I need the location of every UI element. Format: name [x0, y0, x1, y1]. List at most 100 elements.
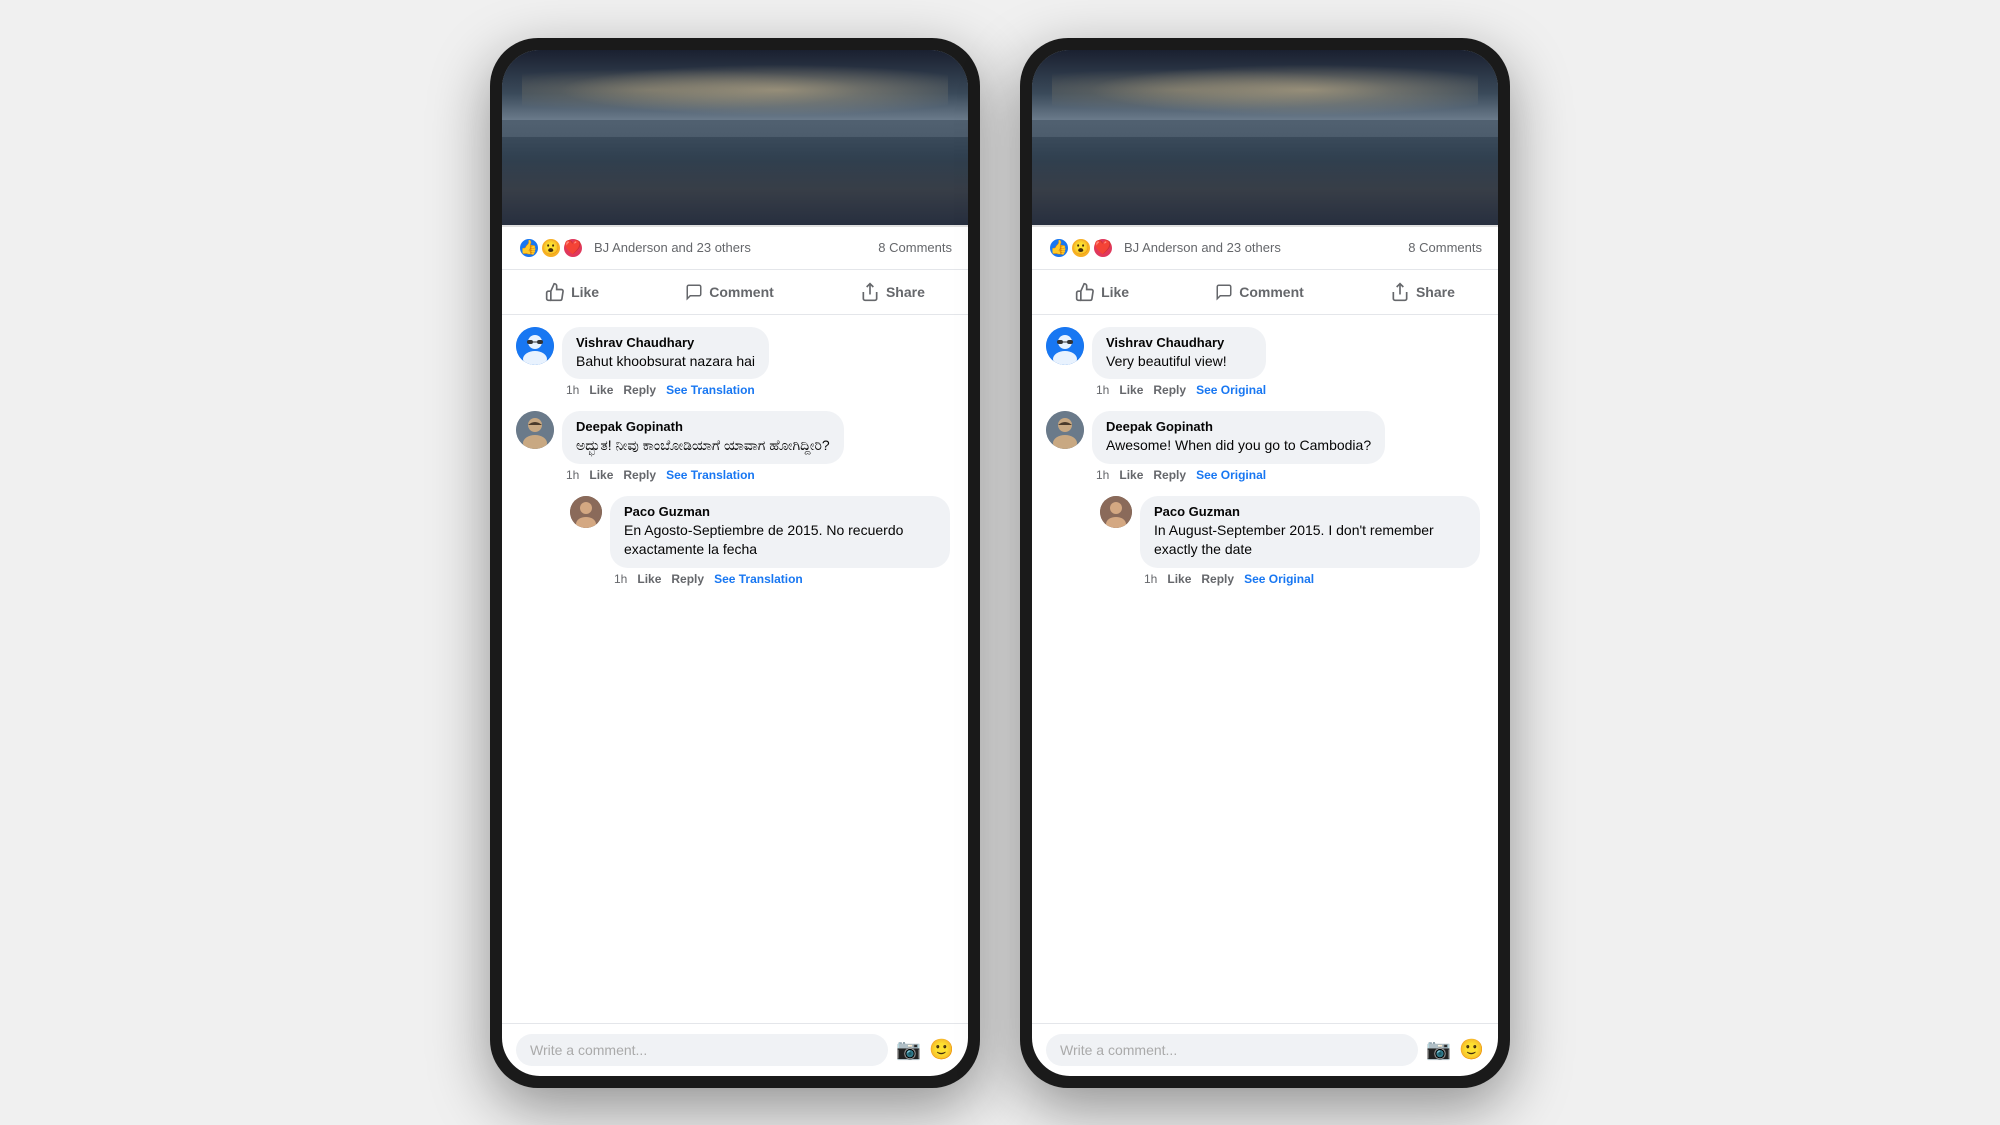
love-reaction-right: ❤️	[1092, 237, 1114, 259]
share-label-left: Share	[886, 284, 925, 300]
text-vishrav-left: Bahut khoobsurat nazara hai	[576, 352, 755, 372]
comment-input-area-left: Write a comment... 📷 🙂	[502, 1023, 968, 1076]
comment-label-right: Comment	[1239, 284, 1304, 300]
comments-section-left: Vishrav Chaudhary Bahut khoobsurat nazar…	[502, 315, 968, 1023]
share-icon-right	[1390, 282, 1410, 302]
like-reaction: 👍	[518, 237, 540, 259]
share-button-right[interactable]: Share	[1374, 274, 1471, 310]
name-paco-left: Paco Guzman	[624, 504, 936, 519]
reply-action-deepak-right[interactable]: Reply	[1153, 468, 1186, 482]
share-button-left[interactable]: Share	[844, 274, 941, 310]
reply-action-paco-left[interactable]: Reply	[671, 572, 704, 586]
translate-vishrav-right[interactable]: See Original	[1196, 383, 1266, 397]
photo-clouds-right	[1052, 60, 1478, 120]
comment-content-deepak-right: Deepak Gopinath Awesome! When did you go…	[1092, 411, 1385, 482]
comment-button-left[interactable]: Comment	[669, 275, 790, 309]
avatar-paco-svg-r	[1100, 496, 1132, 528]
translate-paco-right[interactable]: See Original	[1244, 572, 1314, 586]
translate-deepak-left[interactable]: See Translation	[666, 468, 755, 482]
like-action-paco-left[interactable]: Like	[637, 572, 661, 586]
comment-vishrav-right: Vishrav Chaudhary Very beautiful view! 1…	[1046, 327, 1484, 398]
camera-icon-right[interactable]: 📷	[1426, 1037, 1451, 1062]
avatar-deepak-right	[1046, 411, 1084, 449]
comment-input-area-right: Write a comment... 📷 🙂	[1032, 1023, 1498, 1076]
name-deepak-left: Deepak Gopinath	[576, 419, 830, 434]
time-deepak-left: 1h	[566, 468, 579, 482]
reply-action-vishrav-left[interactable]: Reply	[623, 383, 656, 397]
text-vishrav-right: Very beautiful view!	[1106, 352, 1252, 372]
comment-content-deepak-left: Deepak Gopinath ಅದ್ಭುತ! ನೀವು ಕಾಂಬೋಡಿಯಾಗೆ…	[562, 411, 844, 482]
comment-input-right[interactable]: Write a comment...	[1046, 1034, 1418, 1066]
text-deepak-left: ಅದ್ಭುತ! ನೀವು ಕಾಂಬೋಡಿಯಾಗೆ ಯಾವಾಗ ಹೋಗಿದ್ದೀರ…	[576, 436, 830, 456]
comment-paco-left: Paco Guzman En Agosto-Septiembre de 2015…	[562, 496, 954, 586]
comment-input-left[interactable]: Write a comment...	[516, 1034, 888, 1066]
share-icon-left	[860, 282, 880, 302]
text-deepak-right: Awesome! When did you go to Cambodia?	[1106, 436, 1371, 456]
comment-row-deepak-left: Deepak Gopinath ಅದ್ಭುತ! ನೀವು ಕಾಂಬೋಡಿಯಾಗೆ…	[516, 411, 954, 482]
actions-vishrav-left: 1h Like Reply See Translation	[562, 383, 769, 397]
comment-deepak-right: Deepak Gopinath Awesome! When did you go…	[1046, 411, 1484, 482]
like-label-left: Like	[571, 284, 599, 300]
like-reaction-right: 👍	[1048, 237, 1070, 259]
text-paco-left: En Agosto-Septiembre de 2015. No recuerd…	[624, 521, 936, 560]
like-button-right[interactable]: Like	[1059, 274, 1145, 310]
comment-row-deepak-right: Deepak Gopinath Awesome! When did you go…	[1046, 411, 1484, 482]
actions-vishrav-right: 1h Like Reply See Original	[1092, 383, 1266, 397]
actions-deepak-right: 1h Like Reply See Original	[1092, 468, 1385, 482]
avatar-deepak-svg-r	[1046, 411, 1084, 449]
avatar-paco-right	[1100, 496, 1132, 528]
reaction-count-left: BJ Anderson and 23 others	[594, 240, 751, 255]
emoji-icon-right[interactable]: 🙂	[1459, 1037, 1484, 1062]
wow-reaction-right: 😮	[1070, 237, 1092, 259]
reply-action-deepak-left[interactable]: Reply	[623, 468, 656, 482]
comments-section-right: Vishrav Chaudhary Very beautiful view! 1…	[1032, 315, 1498, 1023]
comment-content-vishrav-right: Vishrav Chaudhary Very beautiful view! 1…	[1092, 327, 1266, 398]
bubble-vishrav-left: Vishrav Chaudhary Bahut khoobsurat nazar…	[562, 327, 769, 380]
comment-row-vishrav-right: Vishrav Chaudhary Very beautiful view! 1…	[1046, 327, 1484, 398]
translate-deepak-right[interactable]: See Original	[1196, 468, 1266, 482]
like-action-deepak-right[interactable]: Like	[1119, 468, 1143, 482]
like-action-deepak-left[interactable]: Like	[589, 468, 613, 482]
like-action-paco-right[interactable]: Like	[1167, 572, 1191, 586]
avatar-vishrav-left	[516, 327, 554, 365]
actions-paco-right: 1h Like Reply See Original	[1140, 572, 1480, 586]
camera-icon-left[interactable]: 📷	[896, 1037, 921, 1062]
bubble-vishrav-right: Vishrav Chaudhary Very beautiful view!	[1092, 327, 1266, 380]
action-bar-left: Like Comment Share	[502, 269, 968, 315]
phone-right: 👍 😮 ❤️ BJ Anderson and 23 others 8 Comme…	[1020, 38, 1510, 1088]
comment-count-right: 8 Comments	[1408, 240, 1482, 255]
photo-reflection-right	[1032, 120, 1498, 225]
comment-deepak-left: Deepak Gopinath ಅದ್ಭುತ! ನೀವು ಕಾಂಬೋಡಿಯಾಗೆ…	[516, 411, 954, 482]
name-vishrav-left: Vishrav Chaudhary	[576, 335, 755, 350]
reply-action-paco-right[interactable]: Reply	[1201, 572, 1234, 586]
reactions-left-right: 👍 😮 ❤️ BJ Anderson and 23 others	[1048, 237, 1281, 259]
like-button-left[interactable]: Like	[529, 274, 615, 310]
like-action-vishrav-left[interactable]: Like	[589, 383, 613, 397]
comment-button-right[interactable]: Comment	[1199, 275, 1320, 309]
reactions-bar-left: 👍 😮 ❤️ BJ Anderson and 23 others 8 Comme…	[502, 227, 968, 269]
translate-paco-left[interactable]: See Translation	[714, 572, 803, 586]
emoji-icon-left[interactable]: 🙂	[929, 1037, 954, 1062]
reaction-count-right: BJ Anderson and 23 others	[1124, 240, 1281, 255]
avatar-vishrav-svg	[516, 327, 554, 365]
photo-clouds	[522, 60, 948, 120]
bubble-paco-right: Paco Guzman In August-September 2015. I …	[1140, 496, 1480, 568]
post-photo-right	[1032, 50, 1498, 225]
actions-paco-left: 1h Like Reply See Translation	[610, 572, 950, 586]
like-action-vishrav-right[interactable]: Like	[1119, 383, 1143, 397]
comment-row-paco-left: Paco Guzman En Agosto-Septiembre de 2015…	[562, 496, 954, 586]
reactions-bar-right: 👍 😮 ❤️ BJ Anderson and 23 others 8 Comme…	[1032, 227, 1498, 269]
avatar-deepak-svg	[516, 411, 554, 449]
name-deepak-right: Deepak Gopinath	[1106, 419, 1371, 434]
love-reaction: ❤️	[562, 237, 584, 259]
time-vishrav-left: 1h	[566, 383, 579, 397]
translate-vishrav-left[interactable]: See Translation	[666, 383, 755, 397]
post-photo-left	[502, 50, 968, 225]
time-deepak-right: 1h	[1096, 468, 1109, 482]
phone-right-screen: 👍 😮 ❤️ BJ Anderson and 23 others 8 Comme…	[1032, 50, 1498, 1076]
reply-action-vishrav-right[interactable]: Reply	[1153, 383, 1186, 397]
phone-left: 👍 😮 ❤️ BJ Anderson and 23 others 8 Comme…	[490, 38, 980, 1088]
bubble-deepak-right: Deepak Gopinath Awesome! When did you go…	[1092, 411, 1385, 464]
wow-reaction: 😮	[540, 237, 562, 259]
photo-reflection	[502, 120, 968, 225]
